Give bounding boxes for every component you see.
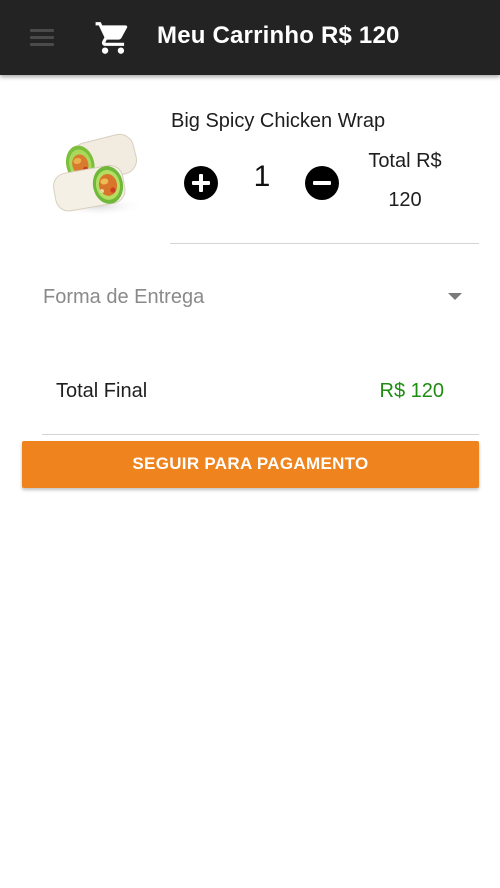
plus-circle-icon[interactable]: [184, 166, 218, 200]
delivery-placeholder: Forma de Entrega: [43, 286, 205, 308]
proceed-to-payment-label: SEGUIR PARA PAGAMENTO: [132, 454, 369, 473]
quantity-value: 1: [253, 160, 271, 193]
dropdown-caret-icon: [448, 293, 462, 300]
delivery-method-dropdown[interactable]: Forma de Entrega: [30, 275, 470, 319]
shopping-cart-icon[interactable]: [94, 19, 132, 57]
item-divider: [170, 243, 479, 244]
cart-screen: Meu Carrinho R$ 120 Big Spicy Chicken Wr…: [0, 0, 500, 888]
total-final-value: R$ 120: [379, 380, 445, 402]
page-title: Meu Carrinho R$ 120: [157, 22, 400, 49]
item-total-value: 120: [388, 189, 422, 211]
total-final-label: Total Final: [56, 380, 148, 402]
chicken-wrap-food-photo: [52, 133, 144, 216]
hamburger-menu-icon[interactable]: [28, 26, 58, 50]
app-bar: Meu Carrinho R$ 120: [0, 0, 500, 75]
proceed-to-payment-button[interactable]: SEGUIR PARA PAGAMENTO: [22, 441, 479, 488]
summary-divider: [42, 434, 479, 435]
minus-circle-icon[interactable]: [305, 166, 339, 200]
item-name: Big Spicy Chicken Wrap: [171, 110, 386, 132]
item-total-label: Total R$: [368, 150, 442, 172]
